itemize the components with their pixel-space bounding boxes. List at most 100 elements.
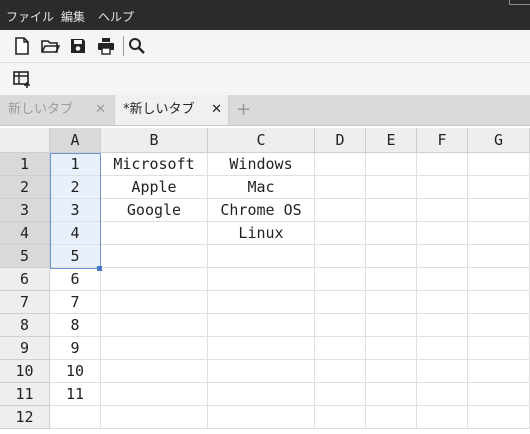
cell-d10[interactable] (315, 360, 366, 383)
cell-e12[interactable] (366, 406, 417, 429)
cell-a7[interactable]: 7 (50, 291, 101, 314)
cell-b4[interactable] (101, 222, 208, 245)
cell-b3[interactable]: Google (101, 199, 208, 222)
cell-a6[interactable]: 6 (50, 268, 101, 291)
cell-b12[interactable] (101, 406, 208, 429)
row-header-12[interactable]: 12 (0, 406, 50, 429)
cell-d1[interactable] (315, 153, 366, 176)
new-file-icon[interactable] (12, 36, 32, 56)
open-folder-icon[interactable] (40, 36, 60, 56)
row-header-6[interactable]: 6 (0, 268, 50, 291)
cell-d2[interactable] (315, 176, 366, 199)
cell-c11[interactable] (208, 383, 315, 406)
table-insert-icon[interactable] (12, 69, 32, 89)
cell-d3[interactable] (315, 199, 366, 222)
column-header-f[interactable]: F (417, 128, 468, 153)
cell-g4[interactable] (468, 222, 530, 245)
cell-a1[interactable]: 1 (50, 153, 101, 176)
cell-c12[interactable] (208, 406, 315, 429)
row-header-11[interactable]: 11 (0, 383, 50, 406)
cell-a9[interactable]: 9 (50, 337, 101, 360)
cell-f12[interactable] (417, 406, 468, 429)
cell-d6[interactable] (315, 268, 366, 291)
cell-b1[interactable]: Microsoft (101, 153, 208, 176)
row-header-3[interactable]: 3 (0, 199, 50, 222)
cell-e6[interactable] (366, 268, 417, 291)
menu-help[interactable]: ヘルプ (98, 8, 134, 25)
cell-b10[interactable] (101, 360, 208, 383)
cell-c2[interactable]: Mac (208, 176, 315, 199)
cell-b9[interactable] (101, 337, 208, 360)
cell-f6[interactable] (417, 268, 468, 291)
cell-d9[interactable] (315, 337, 366, 360)
row-header-7[interactable]: 7 (0, 291, 50, 314)
column-header-c[interactable]: C (208, 128, 315, 153)
row-header-5[interactable]: 5 (0, 245, 50, 268)
cell-e8[interactable] (366, 314, 417, 337)
cell-f8[interactable] (417, 314, 468, 337)
cell-c9[interactable] (208, 337, 315, 360)
cell-g11[interactable] (468, 383, 530, 406)
cell-f7[interactable] (417, 291, 468, 314)
cell-g12[interactable] (468, 406, 530, 429)
menu-edit[interactable]: 編集 (61, 8, 85, 25)
cell-a8[interactable]: 8 (50, 314, 101, 337)
row-header-4[interactable]: 4 (0, 222, 50, 245)
cell-d4[interactable] (315, 222, 366, 245)
cell-f11[interactable] (417, 383, 468, 406)
cell-g7[interactable] (468, 291, 530, 314)
cell-b7[interactable] (101, 291, 208, 314)
menu-file[interactable]: ファイル (6, 8, 54, 25)
column-header-a[interactable]: A (50, 128, 101, 153)
cell-a5[interactable]: 5 (50, 245, 101, 268)
tab-new-2-active[interactable]: *新しいタブ ✕ (114, 95, 229, 125)
cell-d12[interactable] (315, 406, 366, 429)
column-header-b[interactable]: B (101, 128, 208, 153)
row-header-2[interactable]: 2 (0, 176, 50, 199)
row-header-1[interactable]: 1 (0, 153, 50, 176)
add-tab-button[interactable]: + (236, 95, 251, 125)
cell-e7[interactable] (366, 291, 417, 314)
row-header-10[interactable]: 10 (0, 360, 50, 383)
cell-e9[interactable] (366, 337, 417, 360)
cell-a3[interactable]: 3 (50, 199, 101, 222)
cell-c4[interactable]: Linux (208, 222, 315, 245)
cell-e2[interactable] (366, 176, 417, 199)
cell-e1[interactable] (366, 153, 417, 176)
cell-f9[interactable] (417, 337, 468, 360)
column-header-d[interactable]: D (315, 128, 366, 153)
cell-c1[interactable]: Windows (208, 153, 315, 176)
cell-g5[interactable] (468, 245, 530, 268)
cell-a10[interactable]: 10 (50, 360, 101, 383)
cell-b11[interactable] (101, 383, 208, 406)
cell-b5[interactable] (101, 245, 208, 268)
cell-b2[interactable]: Apple (101, 176, 208, 199)
close-icon[interactable]: ✕ (95, 95, 106, 125)
cell-f3[interactable] (417, 199, 468, 222)
cell-g6[interactable] (468, 268, 530, 291)
fill-handle[interactable] (97, 266, 102, 271)
cell-f1[interactable] (417, 153, 468, 176)
cell-d5[interactable] (315, 245, 366, 268)
cell-f4[interactable] (417, 222, 468, 245)
cell-e3[interactable] (366, 199, 417, 222)
cell-e11[interactable] (366, 383, 417, 406)
column-header-e[interactable]: E (366, 128, 417, 153)
cell-e4[interactable] (366, 222, 417, 245)
cell-e10[interactable] (366, 360, 417, 383)
row-header-8[interactable]: 8 (0, 314, 50, 337)
cell-g1[interactable] (468, 153, 530, 176)
search-icon[interactable] (127, 36, 147, 56)
cell-a4[interactable]: 4 (50, 222, 101, 245)
cell-f10[interactable] (417, 360, 468, 383)
column-header-g[interactable]: G (468, 128, 530, 153)
cell-f2[interactable] (417, 176, 468, 199)
cell-e5[interactable] (366, 245, 417, 268)
cell-c8[interactable] (208, 314, 315, 337)
corner-header[interactable] (0, 128, 50, 153)
cell-g9[interactable] (468, 337, 530, 360)
tab-new-1[interactable]: 新しいタブ ✕ (0, 95, 112, 125)
cell-f5[interactable] (417, 245, 468, 268)
cell-c6[interactable] (208, 268, 315, 291)
print-icon[interactable] (96, 36, 116, 56)
